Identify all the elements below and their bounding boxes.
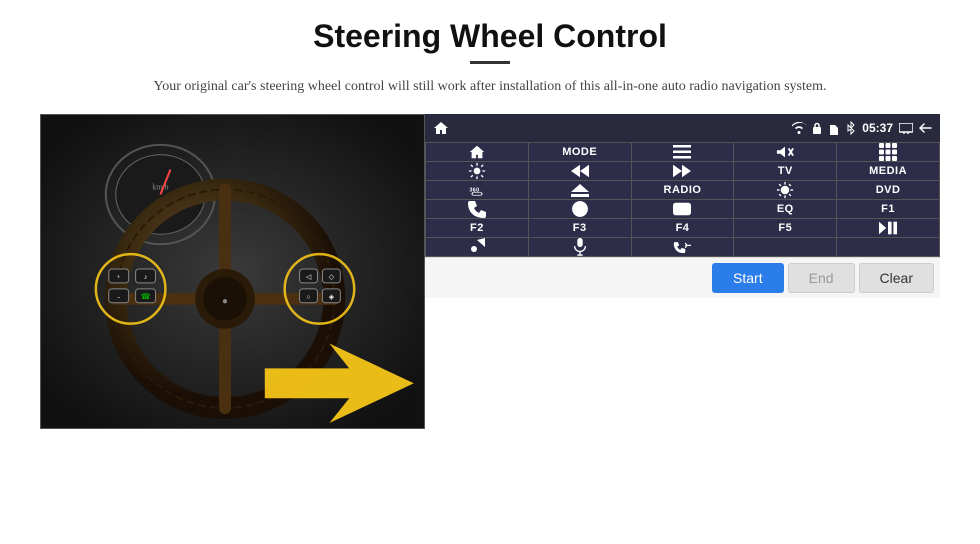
- status-time: 05:37: [862, 121, 893, 135]
- status-left: [433, 121, 449, 135]
- svg-text:◈: ◈: [329, 293, 335, 301]
- screen-icon: [899, 123, 913, 134]
- content-row: km/h ● +: [40, 114, 940, 429]
- btn-music[interactable]: [426, 238, 528, 256]
- button-grid: MODE: [425, 142, 940, 257]
- svg-text:+: +: [117, 273, 121, 281]
- btn-mute[interactable]: [734, 143, 836, 161]
- btn-radio[interactable]: RADIO: [632, 181, 734, 199]
- svg-text:☎: ☎: [141, 292, 151, 301]
- svg-text:○: ○: [306, 293, 310, 301]
- page-subtitle: Your original car's steering wheel contr…: [154, 76, 827, 98]
- steering-wheel-image: km/h ● +: [40, 114, 425, 429]
- btn-f1[interactable]: F1: [837, 200, 939, 218]
- btn-rewind[interactable]: [529, 162, 631, 180]
- back-icon: [919, 123, 932, 134]
- svg-text:◇: ◇: [329, 273, 335, 281]
- title-divider: [470, 61, 510, 64]
- btn-tv[interactable]: TV: [734, 162, 836, 180]
- btn-screen-rect[interactable]: [632, 200, 734, 218]
- bottom-action-bar: Start End Clear: [425, 257, 940, 298]
- wifi-icon: [792, 122, 806, 134]
- btn-empty-2: [837, 238, 939, 256]
- btn-f3[interactable]: F3: [529, 219, 631, 237]
- status-bar: 05:37: [425, 114, 940, 142]
- btn-empty-1: [734, 238, 836, 256]
- lock-icon: [812, 122, 822, 135]
- btn-phone[interactable]: [426, 200, 528, 218]
- clear-button[interactable]: Clear: [859, 263, 934, 293]
- page-title: Steering Wheel Control: [313, 18, 667, 55]
- svg-text:●: ●: [222, 296, 228, 307]
- home-status-icon: [433, 121, 449, 135]
- btn-ffwd[interactable]: [632, 162, 734, 180]
- btn-media[interactable]: MEDIA: [837, 162, 939, 180]
- btn-brightness[interactable]: [734, 181, 836, 199]
- btn-phone-call[interactable]: [632, 238, 734, 256]
- btn-list[interactable]: [632, 143, 734, 161]
- btn-f5[interactable]: F5: [734, 219, 836, 237]
- btn-eq[interactable]: EQ: [734, 200, 836, 218]
- page-wrapper: Steering Wheel Control Your original car…: [0, 0, 980, 544]
- start-button[interactable]: Start: [712, 263, 784, 293]
- btn-mic[interactable]: [529, 238, 631, 256]
- svg-text:◁: ◁: [306, 273, 312, 281]
- btn-f2[interactable]: F2: [426, 219, 528, 237]
- btn-settings[interactable]: [426, 162, 528, 180]
- btn-f4[interactable]: F4: [632, 219, 734, 237]
- right-panel: 05:37: [425, 114, 940, 298]
- end-button[interactable]: End: [788, 263, 855, 293]
- btn-360[interactable]: 360: [426, 181, 528, 199]
- btn-globe[interactable]: [529, 200, 631, 218]
- btn-mode[interactable]: MODE: [529, 143, 631, 161]
- btn-apps[interactable]: [837, 143, 939, 161]
- btn-home[interactable]: [426, 143, 528, 161]
- status-right: 05:37: [792, 121, 932, 135]
- btn-play-pause[interactable]: [837, 219, 939, 237]
- svg-text:♪: ♪: [144, 273, 147, 281]
- bluetooth-icon: [846, 121, 856, 135]
- btn-dvd[interactable]: DVD: [837, 181, 939, 199]
- sim-icon: [828, 122, 840, 135]
- svg-text:km/h: km/h: [152, 183, 168, 192]
- btn-eject[interactable]: [529, 181, 631, 199]
- control-panel: 05:37: [425, 114, 940, 257]
